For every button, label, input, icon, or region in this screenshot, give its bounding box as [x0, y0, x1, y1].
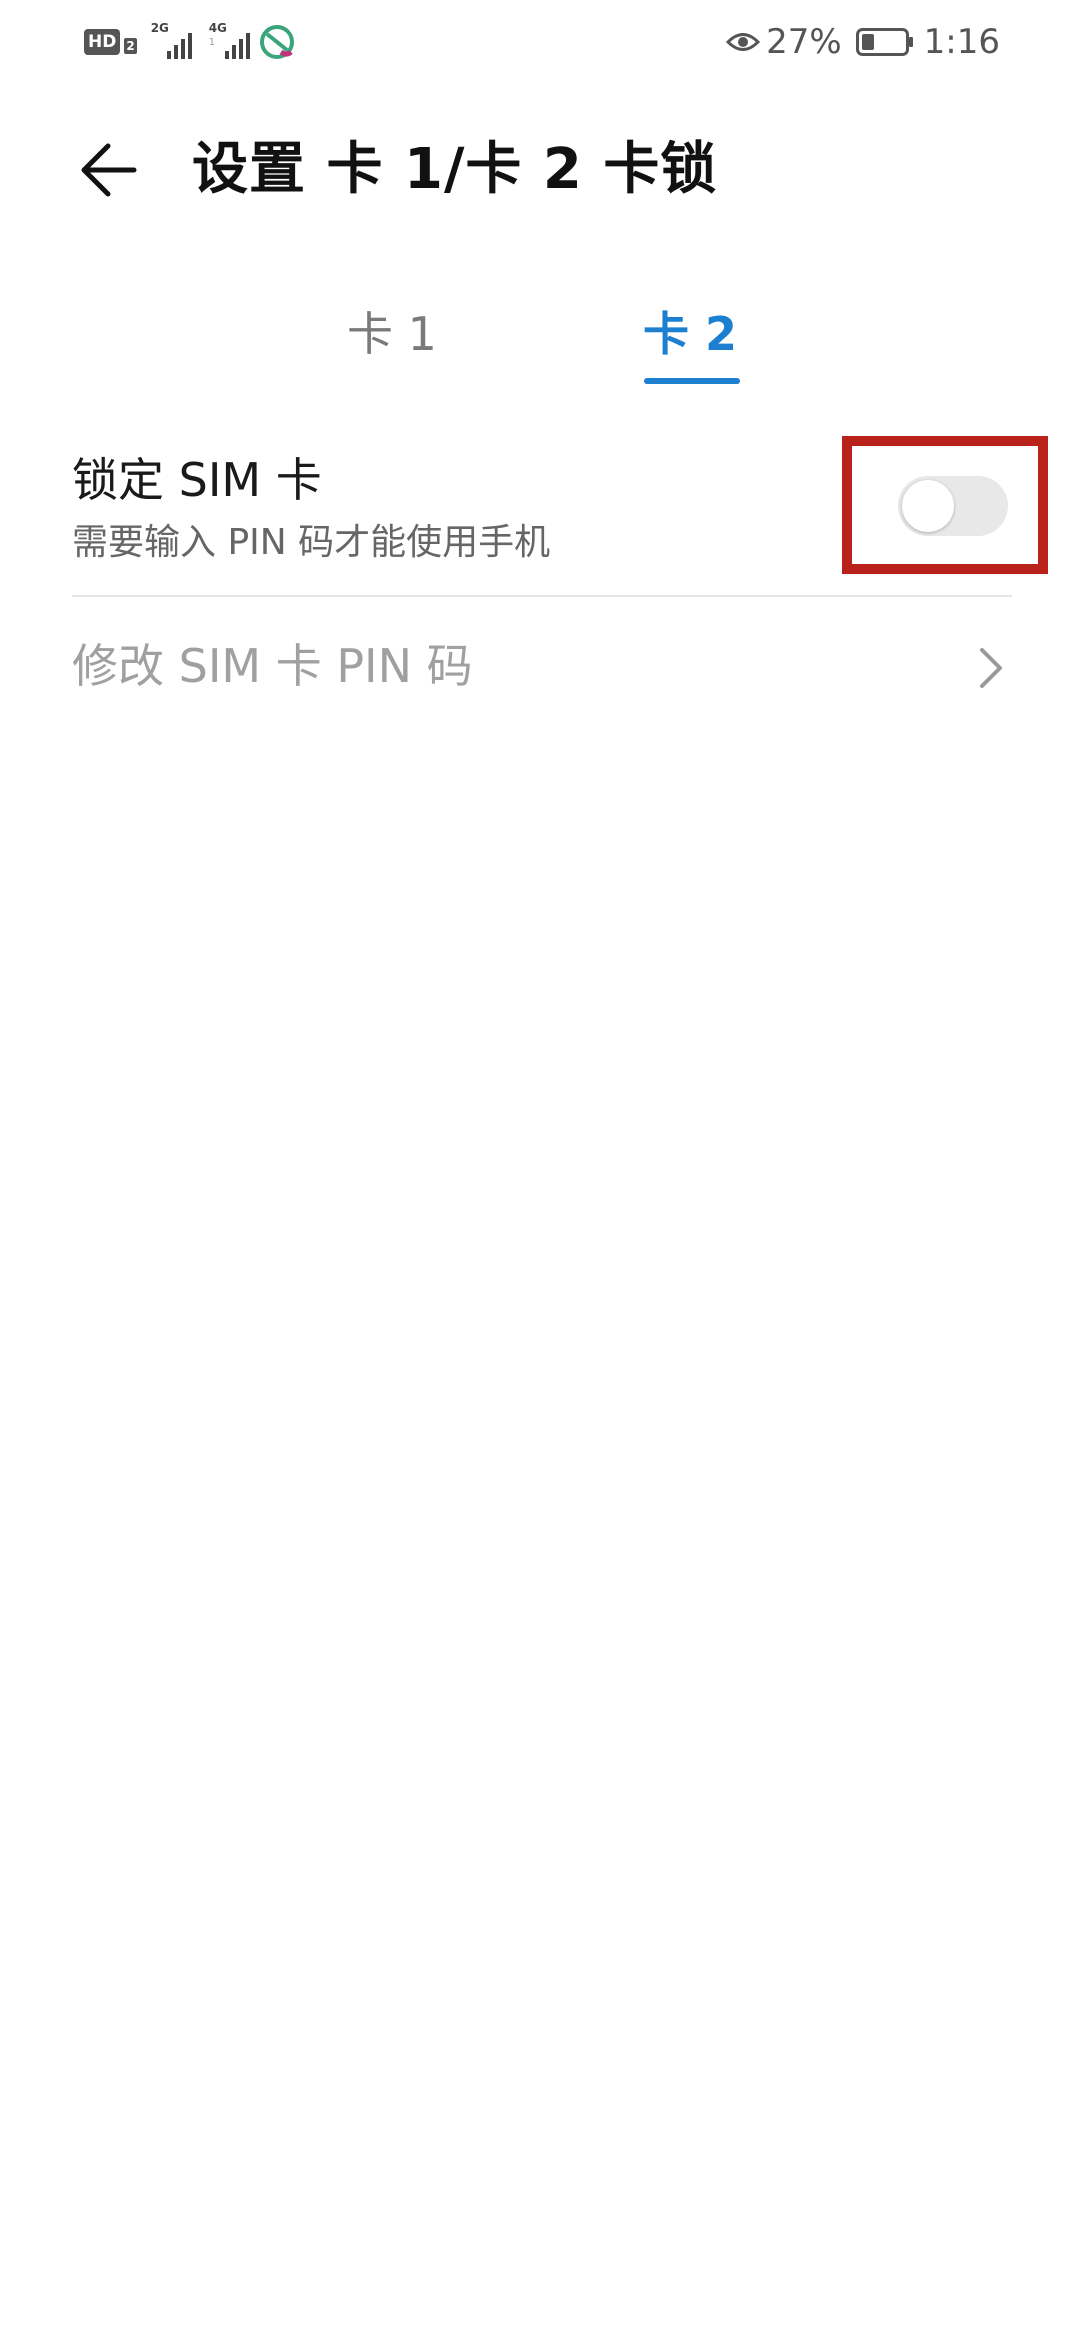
- lock-sim-toggle[interactable]: [898, 476, 1008, 536]
- page-title: 设置 卡 1/卡 2 卡锁: [192, 137, 718, 202]
- tab-sim-2[interactable]: 卡 2: [590, 304, 790, 364]
- network-1: 2G: [151, 21, 195, 59]
- hd-sim-number: 2: [124, 38, 137, 54]
- eye-icon: [726, 33, 761, 51]
- toggle-knob: [902, 480, 954, 532]
- status-bar-left: HD 2 2G 4G 1: [84, 20, 295, 64]
- hd-voice-icon: HD: [84, 29, 121, 55]
- divider: [72, 595, 1012, 597]
- sim-tabs: 卡 1 卡 2: [0, 290, 1080, 400]
- app-bar: 设置 卡 1/卡 2 卡锁: [0, 110, 1080, 230]
- network-2: 4G 1: [208, 21, 253, 59]
- battery-percent: 27%: [766, 22, 842, 62]
- signal-bars-icon: [224, 29, 253, 59]
- chevron-right-icon: [980, 648, 1002, 688]
- lock-sim-title: 锁定 SIM 卡: [72, 453, 322, 507]
- carrier-logo-icon: [259, 25, 294, 59]
- network-type-label: 4G: [208, 21, 227, 35]
- back-button[interactable]: [66, 128, 150, 212]
- network-type-label: 2G: [150, 21, 169, 35]
- network-sim-label: 1: [208, 37, 216, 48]
- status-bar: HD 2 2G 4G 1 27% 1:16: [0, 0, 1080, 84]
- tab-sim-1[interactable]: 卡 1: [292, 304, 492, 364]
- signal-bars-icon: [166, 29, 195, 59]
- tab-indicator: [644, 378, 740, 384]
- arrow-left-icon: [81, 143, 137, 197]
- battery-icon: [855, 28, 913, 56]
- status-bar-right: 27% 1:16: [726, 18, 1000, 66]
- change-pin-setting[interactable]: 修改 SIM 卡 PIN 码: [0, 600, 1080, 740]
- change-pin-label: 修改 SIM 卡 PIN 码: [72, 639, 473, 693]
- lock-sim-subtitle: 需要输入 PIN 码才能使用手机: [72, 522, 551, 563]
- clock: 1:16: [923, 22, 1000, 62]
